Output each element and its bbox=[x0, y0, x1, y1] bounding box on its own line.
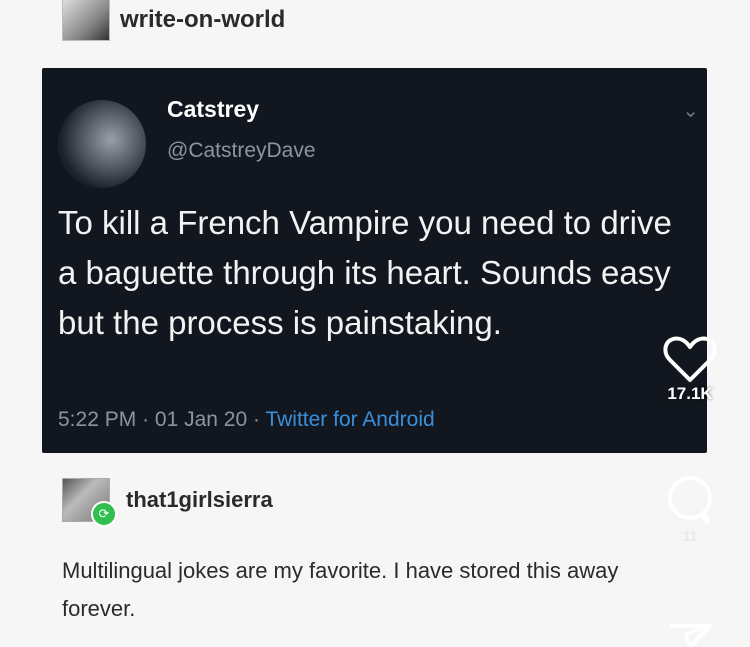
tweet-date: 01 Jan 20 bbox=[154, 408, 248, 431]
reblogger-avatar[interactable]: ⟳ bbox=[62, 478, 117, 527]
comment-icon[interactable] bbox=[662, 472, 718, 528]
comment-action[interactable]: 11 bbox=[650, 472, 730, 544]
tweet-handle: @CatstreyDave bbox=[167, 139, 316, 162]
post-header: write-on-world bbox=[62, 0, 285, 41]
tweet-source: Twitter for Android bbox=[265, 408, 435, 431]
chevron-down-icon: ⌄ bbox=[682, 100, 699, 122]
tweet-meta: 5:22 PM · 01 Jan 20 · Twitter for Androi… bbox=[58, 408, 435, 432]
embedded-tweet: Catstrey @CatstreyDave ⌄ To kill a Frenc… bbox=[42, 68, 707, 453]
meta-separator: · bbox=[252, 408, 266, 431]
share-action[interactable] bbox=[650, 620, 730, 647]
blog-username[interactable]: write-on-world bbox=[120, 6, 285, 34]
reblog-icon: ⟳ bbox=[91, 501, 117, 527]
tweet-text: To kill a French Vampire you need to dri… bbox=[58, 204, 672, 341]
reblog-header: ⟳ that1girlsierra bbox=[62, 478, 273, 527]
meta-separator: · bbox=[142, 408, 155, 431]
like-action[interactable]: 17.1K bbox=[650, 334, 730, 404]
send-icon[interactable] bbox=[662, 620, 718, 647]
tweet-time: 5:22 PM bbox=[58, 408, 137, 431]
heart-icon[interactable] bbox=[662, 334, 718, 384]
comment-count: 11 bbox=[682, 528, 698, 544]
blog-avatar[interactable] bbox=[62, 0, 110, 41]
tweet-avatar bbox=[58, 100, 146, 188]
tweet-display-name: Catstrey bbox=[167, 96, 260, 122]
reblogger-username[interactable]: that1girlsierra bbox=[126, 487, 273, 513]
reblog-comment: Multilingual jokes are my favorite. I ha… bbox=[62, 558, 619, 621]
like-count: 17.1K bbox=[667, 384, 713, 403]
